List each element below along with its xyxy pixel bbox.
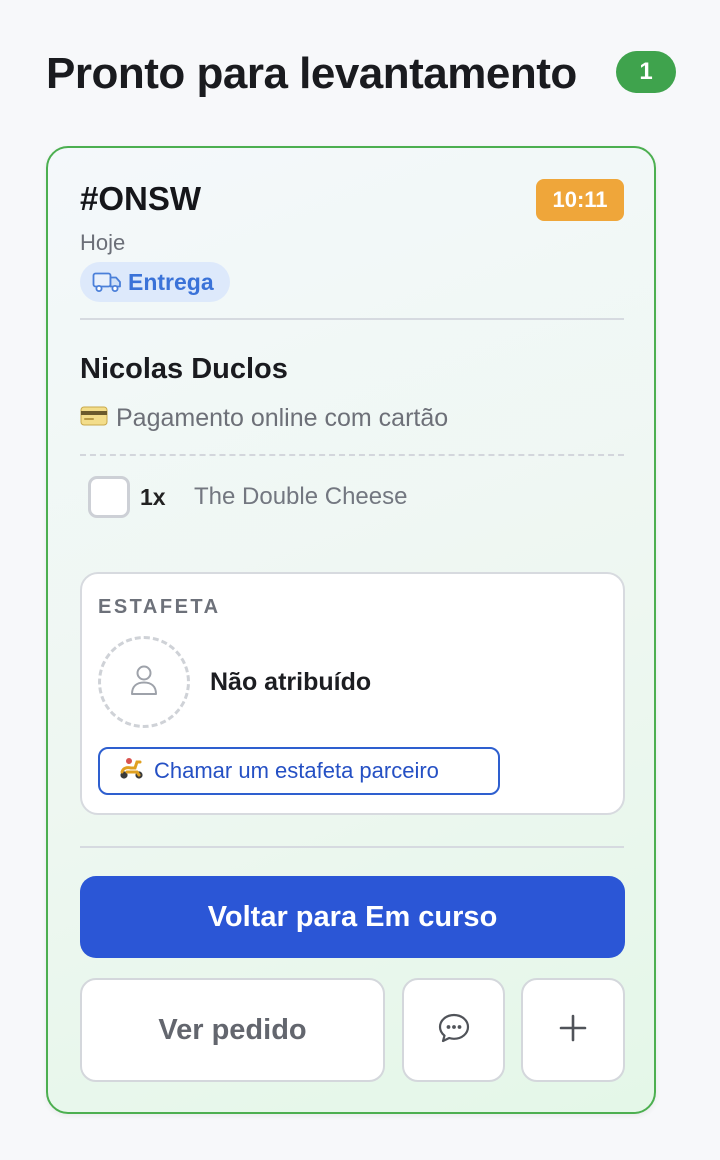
item-name: The Double Cheese: [194, 483, 408, 510]
credit-card-icon: [80, 404, 108, 433]
order-id: #ONSW: [80, 180, 202, 217]
truck-icon: [92, 271, 122, 293]
payment-label: Pagamento online com cartão: [116, 404, 449, 432]
back-to-in-progress-button[interactable]: Voltar para Em curso: [80, 876, 625, 958]
courier-status: Não atribuído: [210, 668, 372, 696]
chat-bubble-icon: [437, 1012, 471, 1049]
section-header: Pronto para levantamento 1: [46, 44, 676, 104]
call-partner-courier-label: Chamar um estafeta parceiro: [154, 758, 439, 783]
plus-icon: [558, 1013, 588, 1048]
chat-button[interactable]: [402, 978, 505, 1082]
courier-avatar: [98, 636, 190, 728]
divider: [80, 846, 624, 848]
item-checkbox[interactable]: [88, 476, 130, 518]
view-order-button[interactable]: Ver pedido: [80, 978, 385, 1082]
divider-dashed: [80, 454, 624, 456]
section-title: Pronto para levantamento: [46, 49, 577, 98]
order-card[interactable]: #ONSW 10:11 Hoje Entrega Nicolas Duclos …: [46, 146, 656, 1114]
delivery-type-label: Entrega: [128, 268, 214, 295]
scooter-icon: [118, 756, 144, 786]
item-quantity: 1x: [140, 483, 166, 510]
delivery-type-chip: Entrega: [80, 262, 230, 302]
list-item: 1x The Double Cheese: [88, 476, 407, 518]
courier-section-label: ESTAFETA: [98, 596, 221, 618]
call-partner-courier-button[interactable]: Chamar um estafeta parceiro: [98, 747, 500, 795]
courier-panel: ESTAFETA Não atribuído Chamar um estafet…: [80, 572, 625, 815]
more-actions-button[interactable]: [521, 978, 625, 1082]
payment-method: Pagamento online com cartão: [80, 404, 448, 433]
order-count-badge: 1: [616, 51, 676, 93]
order-time-badge: 10:11: [536, 179, 624, 221]
divider: [80, 318, 624, 320]
order-date: Hoje: [80, 230, 126, 255]
customer-name: Nicolas Duclos: [80, 353, 288, 385]
user-icon: [129, 663, 159, 702]
